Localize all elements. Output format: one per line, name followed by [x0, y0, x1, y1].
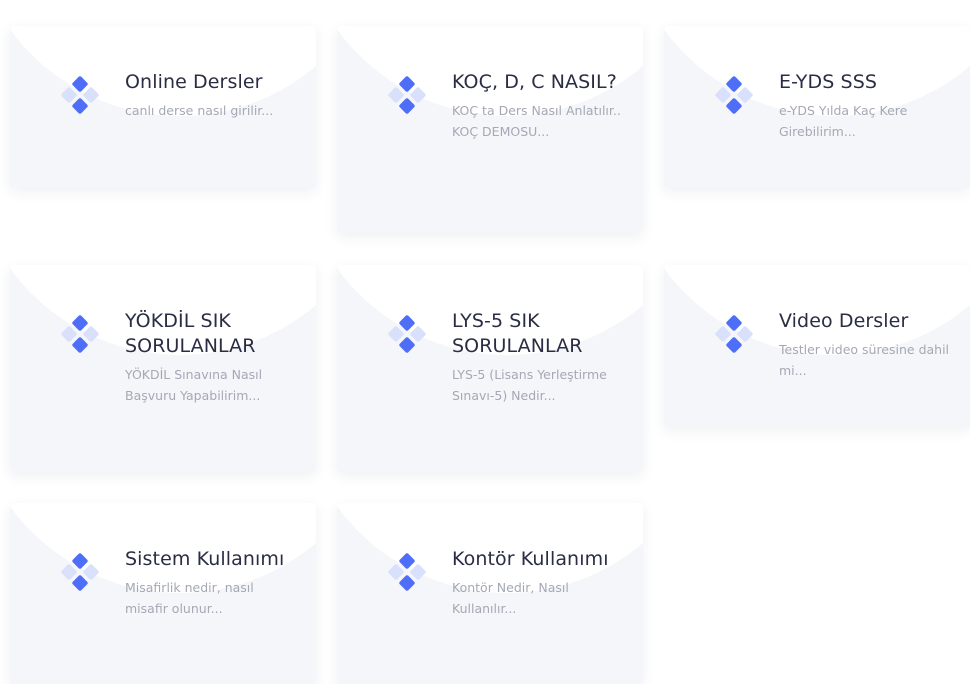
diamond-cluster-icon	[61, 553, 99, 591]
card-title: Kontör Kullanımı	[452, 548, 609, 570]
diamond-cluster-icon	[388, 315, 426, 353]
card-title: LYS-5 SIK SORULANLAR	[452, 310, 583, 357]
card-description: KOÇ ta Ders Nasıl Anlatılır.. KOÇ DEMOSU…	[452, 103, 621, 139]
diamond-cluster-icon	[61, 76, 99, 114]
card-title: YÖKDİL SIK SORULANLAR	[125, 310, 256, 357]
card-title: E-YDS SSS	[779, 71, 878, 93]
topic-card-video-dersler[interactable]: Video Dersler Testler video süresine dah…	[664, 265, 970, 427]
topic-card-koc-d-c[interactable]: KOÇ, D, C NASIL? KOÇ ta Ders Nasıl Anlat…	[337, 26, 643, 233]
topic-card-lys5[interactable]: LYS-5 SIK SORULANLAR LYS-5 (Lisans Yerle…	[337, 265, 643, 472]
topic-card-kontor-kullanimi[interactable]: Kontör Kullanımı Kontör Nedir, Nasıl Kul…	[337, 503, 643, 684]
diamond-cluster-icon	[715, 76, 753, 114]
card-title: Online Dersler	[125, 71, 263, 93]
topic-card-e-yds-sss[interactable]: E-YDS SSS e-YDS Yılda Kaç Kere Girebilir…	[664, 26, 970, 188]
topic-card-sistem-kullanimi[interactable]: Sistem Kullanımı Misafirlik nedir, nasıl…	[10, 503, 316, 684]
card-title: Sistem Kullanımı	[125, 548, 285, 570]
card-title: Video Dersler	[779, 310, 909, 332]
card-description: Testler video süresine dahil mi...	[779, 342, 950, 378]
diamond-cluster-icon	[388, 76, 426, 114]
card-description: canlı derse nasıl girilir...	[125, 103, 274, 118]
diamond-cluster-icon	[388, 553, 426, 591]
card-description: YÖKDİL Sınavına Nasıl Başvuru Yapabiliri…	[125, 367, 263, 403]
card-description: Kontör Nedir, Nasıl Kullanılır...	[452, 580, 569, 616]
card-description: Misafirlik nedir, nasıl misafir olunur..…	[125, 580, 254, 616]
topic-card-yokdil[interactable]: YÖKDİL SIK SORULANLAR YÖKDİL Sınavına Na…	[10, 265, 316, 472]
card-title: KOÇ, D, C NASIL?	[452, 71, 617, 93]
diamond-cluster-icon	[715, 315, 753, 353]
help-topics-grid: Online Dersler canlı derse nasıl girilir…	[0, 0, 970, 684]
card-description: e-YDS Yılda Kaç Kere Girebilirim...	[779, 103, 908, 139]
diamond-cluster-icon	[61, 315, 99, 353]
card-description: LYS-5 (Lisans Yerleştirme Sınavı-5) Nedi…	[452, 367, 607, 403]
topic-card-online-dersler[interactable]: Online Dersler canlı derse nasıl girilir…	[10, 26, 316, 188]
